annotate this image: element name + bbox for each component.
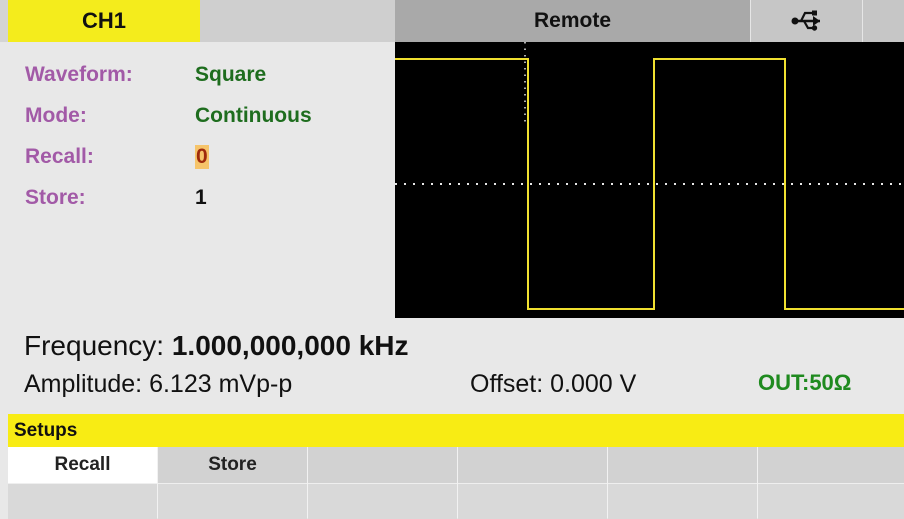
softkey-6[interactable] bbox=[758, 447, 904, 519]
softkey-5[interactable] bbox=[608, 447, 758, 519]
softkey-3[interactable] bbox=[308, 447, 458, 519]
usb-status bbox=[750, 0, 862, 42]
status-bar-end bbox=[862, 0, 904, 42]
mode-label: Mode: bbox=[25, 104, 87, 127]
amplitude-readout[interactable]: Amplitude: 6.123 mVp-p bbox=[24, 370, 292, 399]
frequency-readout[interactable]: Frequency: 1.000,000,000 kHz bbox=[24, 330, 409, 362]
parameter-panel: Waveform: Square Mode: Continuous Recall… bbox=[8, 42, 395, 322]
top-status-bar: CH1 Remote bbox=[0, 0, 904, 42]
recall-label: Recall: bbox=[25, 145, 94, 168]
waveform-label: Waveform: bbox=[25, 63, 133, 86]
offset-label: Offset: bbox=[470, 370, 544, 398]
softkey-4[interactable] bbox=[458, 447, 608, 519]
amplitude-label: Amplitude: bbox=[24, 370, 143, 398]
softkey-store-label: Store bbox=[158, 447, 307, 483]
frequency-label: Frequency: bbox=[24, 330, 165, 361]
softkey-recall[interactable]: Recall bbox=[8, 447, 158, 519]
store-label: Store: bbox=[25, 186, 86, 209]
offset-value: 0.000 V bbox=[550, 370, 637, 398]
store-value: 1 bbox=[195, 186, 207, 209]
waveform-value: Square bbox=[195, 63, 267, 86]
softkey-store[interactable]: Store bbox=[158, 447, 308, 519]
softkey-bar: Recall Store bbox=[8, 447, 904, 519]
waveform-display bbox=[395, 42, 904, 318]
output-impedance: OUT:50Ω bbox=[758, 370, 852, 395]
waveform-plot bbox=[395, 42, 904, 310]
remote-status: Remote bbox=[395, 0, 750, 42]
usb-icon bbox=[791, 10, 820, 31]
recall-value[interactable]: 0 bbox=[195, 145, 209, 169]
softkey-recall-label: Recall bbox=[8, 447, 157, 483]
frequency-value: 1.000,000,000 kHz bbox=[171, 330, 409, 361]
status-bar-spacer bbox=[200, 0, 395, 42]
menu-title: Setups bbox=[8, 414, 904, 447]
mode-value: Continuous bbox=[195, 104, 312, 127]
offset-readout[interactable]: Offset: 0.000 V bbox=[470, 370, 636, 399]
channel-indicator[interactable]: CH1 bbox=[8, 0, 200, 42]
amplitude-value: 6.123 mVp-p bbox=[149, 370, 293, 398]
